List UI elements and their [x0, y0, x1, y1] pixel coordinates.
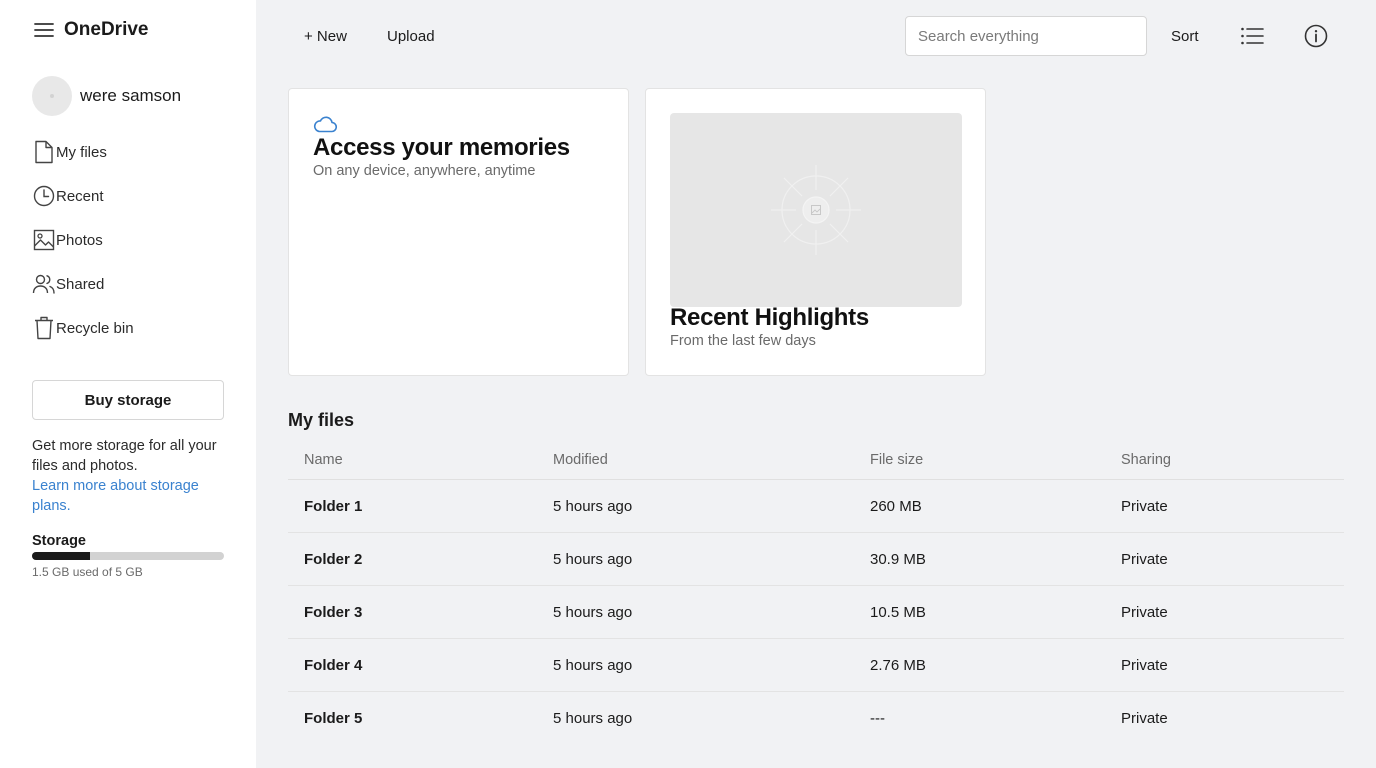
storage-title: Storage: [32, 533, 86, 549]
new-button[interactable]: + New: [304, 24, 347, 48]
sidebar-item-photos[interactable]: Photos: [32, 224, 232, 256]
file-modified: 5 hours ago: [553, 603, 633, 621]
file-modified: 5 hours ago: [553, 550, 633, 568]
file-sharing: Private: [1121, 710, 1168, 727]
storage-promo: Get more storage for all your files and …: [32, 436, 232, 516]
table-row[interactable]: Folder 3 5 hours ago 10.5 MB Private: [288, 586, 1344, 639]
highlights-card[interactable]: Recent Highlights From the last few days: [645, 88, 986, 376]
file-name[interactable]: Folder 2: [304, 551, 362, 568]
file-size: ---: [870, 710, 885, 727]
memories-card-title: Access your memories: [313, 134, 570, 161]
sidebar-item-label: Recycle bin: [56, 319, 134, 337]
sidebar-item-label: Shared: [56, 275, 105, 293]
sidebar: OneDrive were samson My files Recent Pho…: [0, 0, 256, 768]
user-profile[interactable]: were samson: [32, 76, 181, 116]
table-header: Name Modified File size Sharing: [288, 440, 1344, 480]
sidebar-item-my-files[interactable]: My files: [32, 136, 232, 168]
people-icon: [32, 272, 56, 296]
column-header-sharing[interactable]: Sharing: [1121, 452, 1171, 468]
file-size: 2.76 MB: [870, 656, 926, 674]
files-table: Name Modified File size Sharing Folder 1…: [288, 440, 1344, 745]
hamburger-menu-icon[interactable]: [32, 18, 56, 42]
column-header-file-size[interactable]: File size: [870, 452, 923, 468]
app-title: OneDrive: [64, 19, 149, 40]
storage-progress-bar: [32, 552, 224, 560]
table-row[interactable]: Folder 5 5 hours ago --- Private: [288, 692, 1344, 745]
file-size: 30.9 MB: [870, 550, 926, 568]
file-icon: [32, 140, 56, 164]
memories-card-subtitle: On any device, anywhere, anytime: [313, 163, 536, 179]
highlights-card-subtitle: From the last few days: [670, 333, 816, 349]
table-row[interactable]: Folder 4 5 hours ago 2.76 MB Private: [288, 639, 1344, 692]
highlight-image-placeholder: [670, 113, 962, 307]
file-sharing: Private: [1121, 656, 1168, 674]
column-header-name[interactable]: Name: [304, 452, 343, 468]
file-sharing: Private: [1121, 550, 1168, 568]
table-row[interactable]: Folder 1 5 hours ago 260 MB Private: [288, 480, 1344, 533]
sidebar-item-shared[interactable]: Shared: [32, 268, 232, 300]
memories-card[interactable]: Access your memories On any device, anyw…: [288, 88, 629, 376]
image-icon: [32, 228, 56, 252]
file-modified: 5 hours ago: [553, 656, 633, 674]
storage-progress-fill: [32, 552, 90, 560]
sidebar-item-label: Recent: [56, 187, 104, 205]
file-sharing: Private: [1121, 603, 1168, 621]
user-name: were samson: [80, 86, 182, 105]
upload-button[interactable]: Upload: [387, 24, 435, 48]
list-view-icon[interactable]: [1238, 22, 1266, 50]
sort-button[interactable]: Sort: [1171, 24, 1199, 48]
sidebar-item-label: My files: [56, 143, 107, 161]
highlights-card-title: Recent Highlights: [670, 304, 869, 331]
sidebar-item-label: Photos: [56, 231, 103, 249]
file-name[interactable]: Folder 4: [304, 657, 362, 674]
file-modified: 5 hours ago: [553, 497, 633, 515]
sidebar-item-recent[interactable]: Recent: [32, 180, 232, 212]
my-files-heading: My files: [288, 410, 355, 430]
storage-plans-link[interactable]: Learn more about storage plans.: [32, 476, 232, 516]
storage-usage-text: 1.5 GB used of 5 GB: [32, 565, 143, 579]
info-icon[interactable]: [1302, 22, 1330, 50]
buy-storage-button[interactable]: Buy storage: [32, 380, 224, 420]
clock-icon: [32, 184, 56, 208]
trash-icon: [32, 316, 56, 340]
storage-promo-text: Get more storage for all your files and …: [32, 438, 217, 474]
search-input[interactable]: [905, 16, 1147, 56]
sidebar-item-recycle-bin[interactable]: Recycle bin: [32, 312, 232, 344]
file-name[interactable]: Folder 1: [304, 498, 362, 515]
table-row[interactable]: Folder 2 5 hours ago 30.9 MB Private: [288, 533, 1344, 586]
brand: OneDrive: [32, 18, 148, 42]
column-header-modified[interactable]: Modified: [553, 452, 608, 468]
sidebar-nav: My files Recent Photos Shared Recycle bi…: [32, 136, 232, 356]
file-name[interactable]: Folder 5: [304, 710, 362, 727]
file-size: 260 MB: [870, 497, 922, 515]
file-modified: 5 hours ago: [553, 710, 633, 727]
file-sharing: Private: [1121, 497, 1168, 515]
avatar[interactable]: [32, 76, 72, 116]
file-size: 10.5 MB: [870, 603, 926, 621]
file-name[interactable]: Folder 3: [304, 604, 362, 621]
